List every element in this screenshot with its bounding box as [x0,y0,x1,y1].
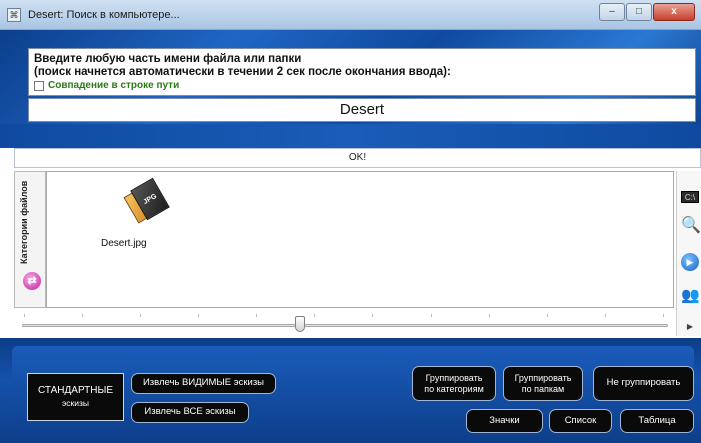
standard-thumbnails-line2: эскизы [61,397,90,408]
search-input[interactable]: Desert [28,98,696,122]
categories-tab-label: Категории файлов [19,180,29,264]
view-table-button[interactable]: Таблица [620,409,694,433]
slider-track[interactable] [22,324,668,327]
window-title: Desert: Поиск в компьютере... [28,9,180,21]
instruction-line-1: Введите любую часть имени файла или папк… [34,53,302,65]
window-controls: – □ x [598,3,695,21]
extract-all-button[interactable]: Извлечь ВСЕ эскизы [131,402,249,423]
group-by-category-line2: по категориям [424,383,484,394]
app-icon: ⌘ [7,8,21,22]
minimize-button[interactable]: – [599,3,625,21]
slider-thumb[interactable] [295,316,306,332]
file-name: Desert.jpg [101,238,147,249]
header-frame-lower [0,124,701,148]
jpg-file-icon[interactable]: JPG [123,177,170,224]
no-grouping-button[interactable]: Не группировать [593,366,694,401]
standard-thumbnails-button[interactable]: СТАНДАРТНЫЕ эскизы [27,373,124,421]
maximize-button[interactable]: □ [626,3,652,21]
search-instructions-panel: Введите любую часть имени файла или папк… [28,48,696,96]
view-list-button[interactable]: Список [549,409,612,433]
group-by-folder-button[interactable]: Группировать по папкам [503,366,583,401]
console-icon[interactable]: C:\ [681,191,699,203]
standard-thumbnails-line1: СТАНДАРТНЫЕ [37,385,114,397]
swap-arrows-icon[interactable]: ⇄ [23,272,41,290]
right-toolbar: C:\ 🔍 ▶ 👥 ▶ [676,171,701,336]
search-folder-icon[interactable]: 🔍 [681,217,701,235]
path-match-label[interactable]: Совпадение в строке пути [48,80,179,91]
arrow-right-icon[interactable]: ▶ [681,321,699,333]
extract-visible-button[interactable]: Извлечь ВИДИМЫЕ эскизы [131,373,276,394]
categories-tab[interactable]: Категории файлов ⇄ [14,171,46,308]
instruction-line-2: (поиск начнется автоматически в течении … [34,66,451,78]
group-by-folder-line1: Группировать [514,373,572,384]
view-icons-button[interactable]: Значки [466,409,543,433]
results-panel: JPG Desert.jpg [46,171,674,308]
users-icon[interactable]: 👥 [681,287,700,305]
slider-ticks [24,314,664,317]
thumbnail-size-slider[interactable] [14,308,676,336]
title-bar: ⌘ Desert: Поиск в компьютере... – □ x [0,0,701,30]
play-icon[interactable]: ▶ [681,253,699,271]
group-by-folder-line2: по папкам [521,383,565,394]
group-by-category-line1: Группировать [425,373,483,384]
close-button[interactable]: x [653,3,695,21]
group-by-category-button[interactable]: Группировать по категориям [412,366,496,401]
status-bar: OK! [14,148,701,168]
path-match-checkbox[interactable] [34,81,44,91]
